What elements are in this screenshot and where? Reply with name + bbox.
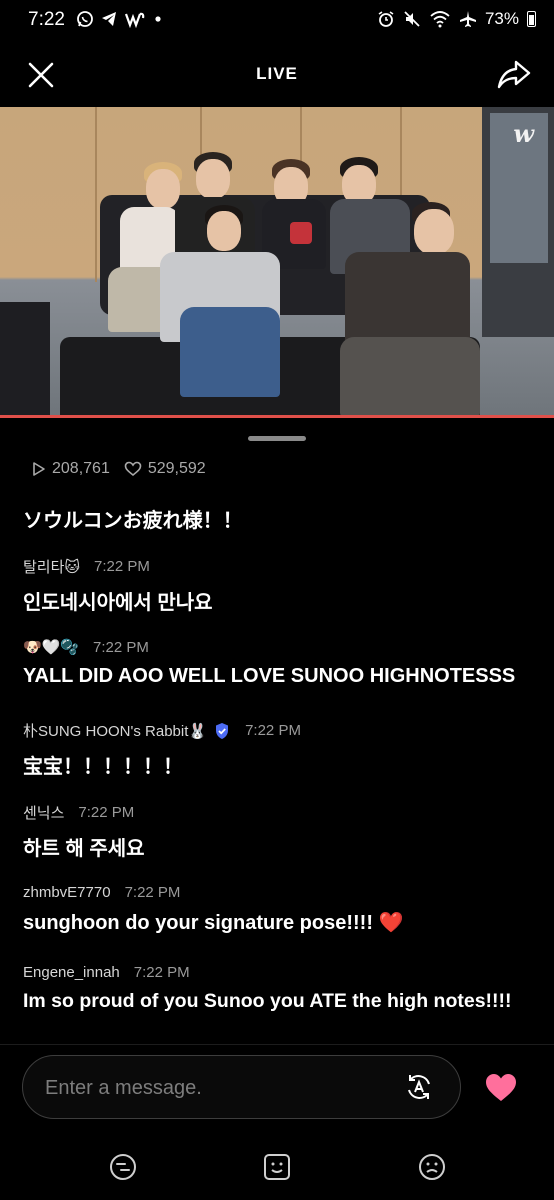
alarm-icon	[378, 11, 394, 27]
chat-time: 7:22 PM	[78, 804, 135, 821]
system-nav-bar	[0, 1140, 554, 1200]
share-button[interactable]	[496, 56, 532, 92]
nav-home-icon[interactable]	[262, 1152, 292, 1182]
whatsapp-icon	[77, 11, 93, 27]
chat-message-text: Im so proud of you Sunoo you ATE the hig…	[23, 990, 512, 1012]
message-input[interactable]	[45, 1074, 385, 1102]
chat-time: 7:22 PM	[245, 722, 301, 739]
message-composer	[22, 1055, 461, 1119]
live-header: LIVE	[0, 50, 554, 96]
battery-icon	[527, 11, 536, 27]
chat-time: 7:22 PM	[93, 638, 149, 656]
status-time: 7:22	[28, 9, 65, 30]
telegram-icon	[102, 12, 116, 26]
chat-message-text: ソウルコンお疲れ様！！	[23, 510, 243, 532]
likes-stat: 529,592	[124, 460, 206, 478]
chat-author[interactable]: 센닉스	[23, 802, 64, 823]
battery-percent: 73%	[484, 9, 519, 28]
video-progress-line	[0, 415, 554, 418]
views-count: 208,761	[52, 460, 110, 477]
chat-author[interactable]: Engene_innah	[23, 964, 120, 981]
chat-author[interactable]: 탈리타🐱	[23, 556, 80, 577]
nav-recents-icon[interactable]	[417, 1152, 447, 1182]
chat-message: 🐶🤍🫧 7:22 PM YALL DID AOO WELL LOVE SUNOO…	[23, 638, 543, 688]
divider	[0, 1044, 554, 1045]
chat-time: 7:22 PM	[94, 558, 150, 575]
nav-back-gesture-icon[interactable]	[108, 1152, 138, 1182]
likes-count: 529,592	[147, 460, 206, 477]
heart-button[interactable]	[484, 1072, 518, 1104]
play-icon	[33, 462, 45, 476]
verified-badge-icon	[216, 722, 229, 739]
chat-message-text: sunghoon do your signature pose!!!! ❤️	[23, 912, 404, 934]
chat-message-text: 인도네시아에서 만나요	[23, 592, 213, 614]
chat-message: 朴SUNG HOON's Rabbit🐰 7:22 PM 宝宝！！！！！！	[23, 720, 543, 779]
views-stat: 208,761	[32, 460, 110, 478]
chat-time: 7:22 PM	[124, 884, 181, 901]
translate-icon[interactable]	[404, 1072, 434, 1102]
weverse-logo: w	[513, 119, 534, 148]
page-title: LIVE	[256, 64, 298, 83]
airplane-icon	[459, 11, 476, 27]
chat-author[interactable]: 🐶🤍🫧	[23, 638, 79, 656]
chat-message: 센닉스 7:22 PM 하트 해 주세요	[23, 802, 543, 861]
status-bar: 7:22 73%	[0, 0, 554, 42]
chat-message: ソウルコンお疲れ様！！	[23, 504, 543, 533]
live-stats: 208,761 529,592	[32, 460, 220, 478]
chat-message: 탈리타🐱 7:22 PM 인도네시아에서 만나요	[23, 556, 543, 615]
heart-outline-icon	[124, 461, 142, 477]
chat-message-text: YALL DID AOO WELL LOVE SUNOO HIGHNOTESSS	[23, 665, 516, 687]
drag-handle[interactable]	[248, 436, 306, 441]
dot-icon	[155, 16, 161, 22]
chat-message: Engene_innah 7:22 PM Im so proud of you …	[23, 964, 543, 1013]
chat-message-text: 宝宝！！！！！！	[23, 756, 183, 778]
mute-icon	[404, 11, 420, 27]
chat-author[interactable]: 朴SUNG HOON's Rabbit🐰	[23, 720, 207, 741]
chat-message: zhmbvE7770 7:22 PM sunghoon do your sign…	[23, 884, 543, 935]
chair	[0, 302, 50, 416]
chat-time: 7:22 PM	[133, 964, 190, 981]
chat-author[interactable]: zhmbvE7770	[23, 884, 111, 901]
live-video[interactable]: w	[0, 107, 554, 416]
weverse-icon	[124, 12, 145, 28]
wifi-icon	[430, 11, 450, 28]
chat-message-text: 하트 해 주세요	[23, 838, 145, 860]
